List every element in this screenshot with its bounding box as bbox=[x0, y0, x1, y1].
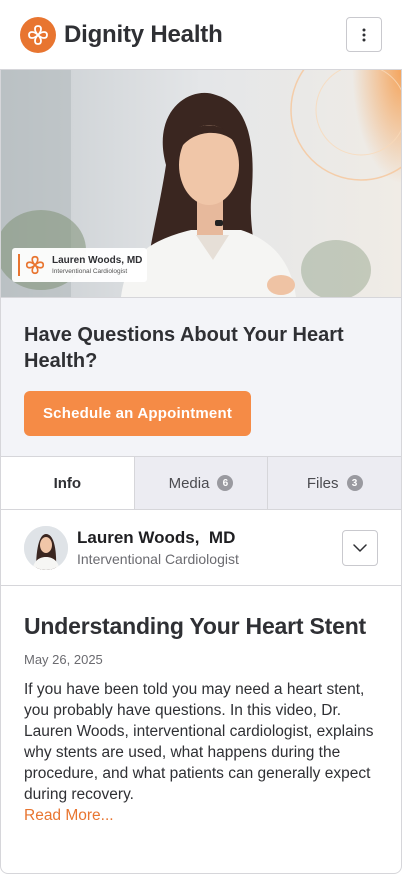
tab-bar: Info Media 6 Files 3 bbox=[1, 456, 401, 510]
article-title: Understanding Your Heart Stent bbox=[24, 613, 367, 639]
files-count-badge: 3 bbox=[346, 475, 363, 491]
tab-info-label: Info bbox=[53, 474, 82, 492]
tab-media[interactable]: Media 6 bbox=[133, 457, 268, 509]
doctor-name-tag: Lauren Woods, MD Interventional Cardiolo… bbox=[12, 248, 147, 282]
doctor-name: Lauren Woods, MD bbox=[77, 527, 236, 547]
schedule-appointment-button[interactable]: Schedule an Appointment bbox=[24, 391, 251, 436]
cta-section: Have Questions About Your Heart Health? … bbox=[1, 297, 401, 456]
article-section: Understanding Your Heart Stent May 26, 2… bbox=[1, 586, 401, 826]
tab-files-label: Files bbox=[306, 474, 339, 492]
brand-name: Dignity Health bbox=[64, 21, 223, 48]
article-date: May 26, 2025 bbox=[24, 652, 103, 667]
doctor-avatar bbox=[24, 525, 68, 570]
article-body: If you have been told you may need a hea… bbox=[24, 681, 374, 803]
dignity-health-logo-icon bbox=[25, 255, 45, 275]
read-more-link[interactable]: Read More... bbox=[24, 807, 114, 824]
content-card: Lauren Woods, MD Interventional Cardiolo… bbox=[0, 69, 402, 874]
app-header: Dignity Health bbox=[0, 0, 402, 70]
kebab-menu-icon bbox=[362, 28, 366, 41]
doctor-role: Interventional Cardiologist bbox=[77, 550, 239, 567]
menu-button[interactable] bbox=[346, 17, 382, 52]
tab-media-label: Media bbox=[168, 474, 210, 492]
dignity-health-logo-icon[interactable] bbox=[20, 17, 56, 53]
tag-divider bbox=[18, 254, 20, 276]
media-count-badge: 6 bbox=[217, 475, 234, 491]
doctor-profile-row: Lauren Woods, MD Interventional Cardiolo… bbox=[1, 510, 401, 586]
tag-doctor-name: Lauren Woods, MD bbox=[52, 254, 143, 266]
expand-profile-button[interactable] bbox=[342, 530, 378, 566]
tag-doctor-role: Interventional Cardiologist bbox=[52, 267, 128, 275]
video-hero[interactable]: Lauren Woods, MD Interventional Cardiolo… bbox=[1, 70, 401, 297]
tab-info[interactable]: Info bbox=[1, 457, 134, 509]
cta-title: Have Questions About Your Heart Health? bbox=[24, 324, 344, 372]
tab-files[interactable]: Files 3 bbox=[267, 457, 401, 509]
chevron-down-icon bbox=[353, 544, 367, 552]
